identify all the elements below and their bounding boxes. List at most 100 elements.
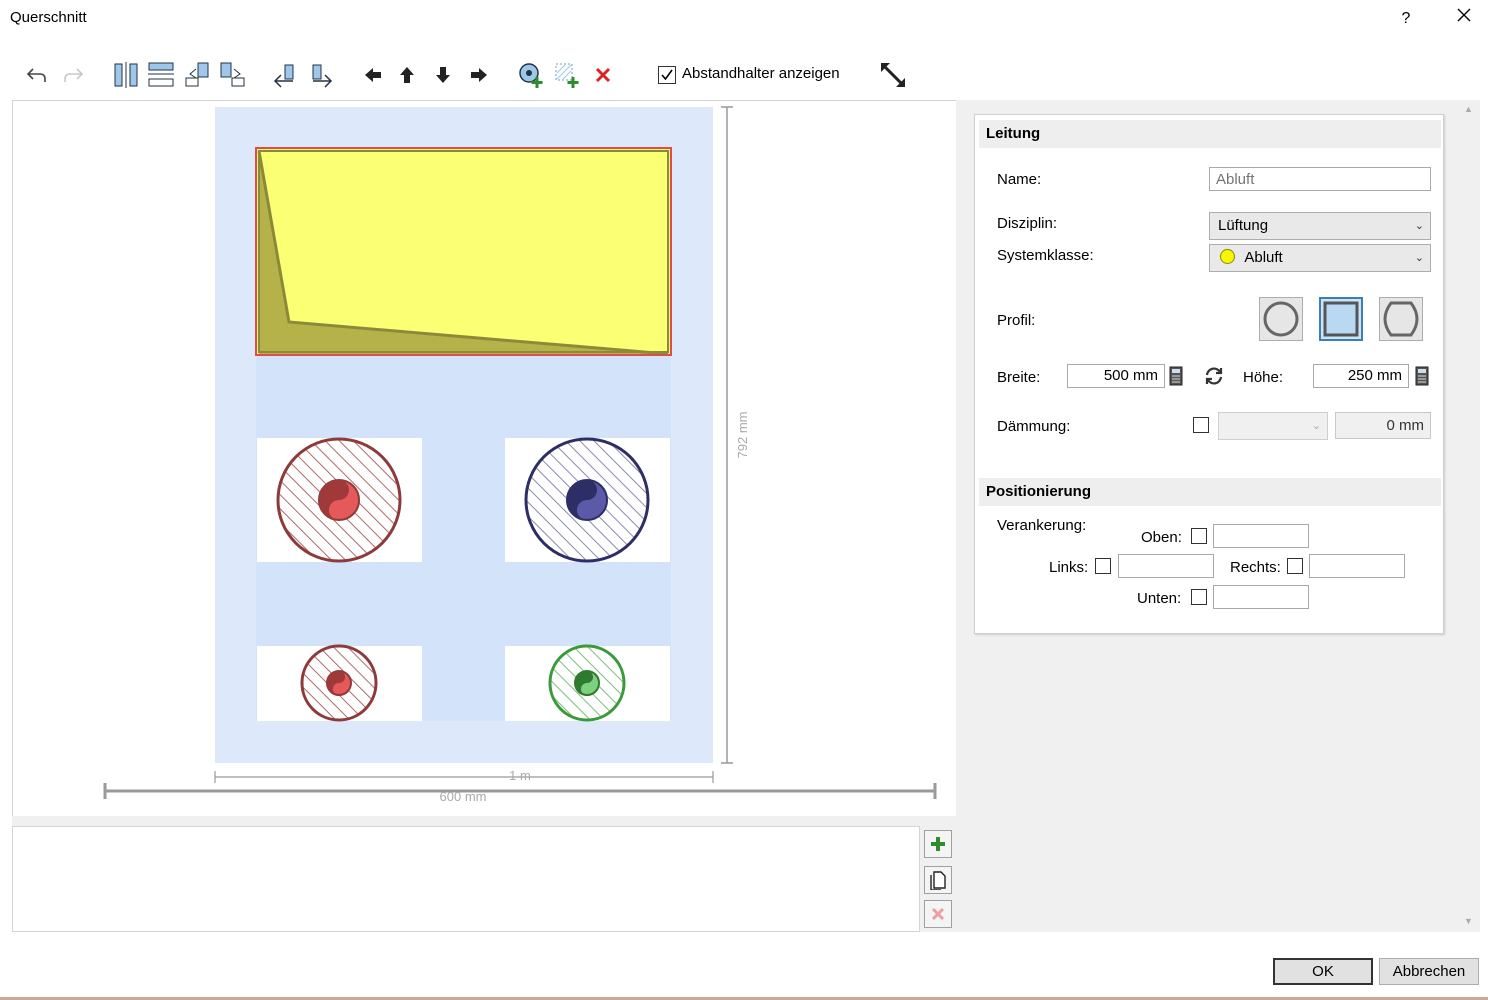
remove-entry-button[interactable] xyxy=(924,900,952,928)
cross-section-drawing: 792 mm 1 m 600 mm xyxy=(103,106,937,804)
move-right-button[interactable] xyxy=(462,58,496,92)
undo-icon xyxy=(26,68,46,82)
copy-icon xyxy=(930,871,946,890)
discipline-select[interactable]: Lüftung ⌄ xyxy=(1209,212,1431,240)
align-right-button[interactable] xyxy=(216,58,250,92)
move-right-edge-button[interactable] xyxy=(304,58,338,92)
checkmark-icon xyxy=(661,69,673,81)
add-pipe-button[interactable] xyxy=(514,58,548,92)
cross-section-canvas[interactable]: 792 mm 1 m 600 mm xyxy=(12,100,956,816)
distribute-vertical-button[interactable] xyxy=(144,58,178,92)
insulation-thickness-input[interactable]: 0 mm xyxy=(1335,412,1431,439)
delete-icon xyxy=(931,907,945,921)
height-dimension-label: 792 mm xyxy=(735,412,750,459)
pipe-blue-large xyxy=(524,437,650,563)
discipline-label: Disziplin: xyxy=(997,215,1058,232)
move-right-edge-icon xyxy=(312,64,333,88)
rectangle-profile-icon xyxy=(1323,301,1359,337)
chevron-down-icon: ⌄ xyxy=(1414,252,1424,264)
move-left-button[interactable] xyxy=(356,58,390,92)
bottom-checkbox[interactable] xyxy=(1191,589,1207,605)
redo-button[interactable] xyxy=(56,58,90,92)
height-dimension xyxy=(721,106,733,764)
calculator-icon xyxy=(1169,366,1183,386)
right-checkbox[interactable] xyxy=(1287,558,1303,574)
outer-width-dimension xyxy=(103,783,937,799)
name-label: Name: xyxy=(997,171,1042,188)
move-up-button[interactable] xyxy=(390,58,424,92)
oval-profile-icon xyxy=(1383,301,1419,337)
profile-rectangular-button[interactable] xyxy=(1319,297,1363,341)
bottom-offset-input[interactable] xyxy=(1213,585,1309,609)
discipline-value: Lüftung xyxy=(1218,217,1269,234)
system-class-select[interactable]: Abluft ⌄ xyxy=(1209,244,1431,272)
align-left-button[interactable] xyxy=(180,58,214,92)
close-icon xyxy=(1457,8,1471,22)
conduit-properties-panel: Leitung Name: Disziplin: Lüftung ⌄ Syste… xyxy=(974,114,1444,634)
height-label: Höhe: xyxy=(1243,369,1284,386)
add-area-button[interactable] xyxy=(550,58,584,92)
copy-entry-button[interactable] xyxy=(924,866,952,894)
undo-button[interactable] xyxy=(20,58,54,92)
distribute-horizontal-button[interactable] xyxy=(110,58,144,92)
arrow-up-icon xyxy=(400,67,414,83)
inner-width-dimension xyxy=(214,771,714,783)
top-offset-input[interactable] xyxy=(1213,524,1309,548)
redo-icon xyxy=(64,68,84,82)
insulation-type-select[interactable]: ⌄ xyxy=(1218,412,1328,440)
profile-oval-button[interactable] xyxy=(1379,297,1423,341)
pipe-red-large xyxy=(276,437,402,563)
scroll-down-icon[interactable]: ▼ xyxy=(1464,916,1473,926)
left-offset-input[interactable] xyxy=(1118,554,1214,578)
arrow-right-icon xyxy=(471,68,487,82)
circle-profile-icon xyxy=(1263,301,1299,337)
top-checkbox[interactable] xyxy=(1191,528,1207,544)
title-bar xyxy=(0,0,1488,38)
align-left-icon xyxy=(185,62,209,87)
name-input[interactable] xyxy=(1209,167,1431,191)
move-left-edge-button[interactable] xyxy=(268,58,302,92)
top-label: Oben: xyxy=(1141,529,1182,546)
delete-button[interactable] xyxy=(586,58,620,92)
delete-icon xyxy=(595,67,611,83)
move-down-button[interactable] xyxy=(426,58,460,92)
right-offset-input[interactable] xyxy=(1309,554,1405,578)
chevron-down-icon: ⌄ xyxy=(1311,420,1321,432)
width-label: Breite: xyxy=(997,369,1041,386)
arrow-left-icon xyxy=(365,68,381,82)
expand-button[interactable] xyxy=(876,58,910,92)
width-calculator-button[interactable] xyxy=(1169,366,1183,390)
help-button[interactable]: ? xyxy=(1392,6,1420,32)
rectangular-duct xyxy=(255,147,672,356)
show-spacer-checkbox[interactable] xyxy=(658,66,676,84)
swap-dimensions-button[interactable] xyxy=(1203,365,1225,391)
system-color-dot xyxy=(1220,249,1235,264)
left-label: Links: xyxy=(1049,559,1089,576)
notes-list[interactable] xyxy=(12,826,920,932)
anchoring-label: Verankerung: xyxy=(997,517,1087,534)
add-entry-button[interactable] xyxy=(924,830,952,858)
outer-width-label: 600 mm xyxy=(440,789,487,804)
plus-icon xyxy=(931,837,945,851)
arrow-down-icon xyxy=(436,67,450,83)
width-input[interactable]: 500 mm xyxy=(1067,364,1165,388)
distribute-vertical-icon xyxy=(148,62,174,87)
height-input[interactable]: 250 mm xyxy=(1313,364,1409,388)
window-title: Querschnitt xyxy=(10,9,87,26)
system-class-value: Abluft xyxy=(1244,249,1283,266)
cancel-button[interactable]: Abbrechen xyxy=(1379,958,1479,985)
show-spacer-label[interactable]: Abstandhalter anzeigen xyxy=(682,65,840,82)
swap-icon xyxy=(1205,367,1223,385)
ok-button[interactable]: OK xyxy=(1273,958,1373,985)
close-button[interactable] xyxy=(1450,6,1478,32)
profile-label: Profil: xyxy=(997,312,1036,329)
scroll-up-icon[interactable]: ▲ xyxy=(1464,104,1473,114)
inner-width-label: 1 m xyxy=(509,768,531,783)
bottom-label: Unten: xyxy=(1137,590,1182,607)
insulation-checkbox[interactable] xyxy=(1193,417,1209,433)
profile-round-button[interactable] xyxy=(1259,297,1303,341)
section-conduit-header: Leitung xyxy=(979,120,1441,148)
pipe-red-small xyxy=(300,644,378,722)
left-checkbox[interactable] xyxy=(1095,558,1111,574)
height-calculator-button[interactable] xyxy=(1415,366,1429,390)
